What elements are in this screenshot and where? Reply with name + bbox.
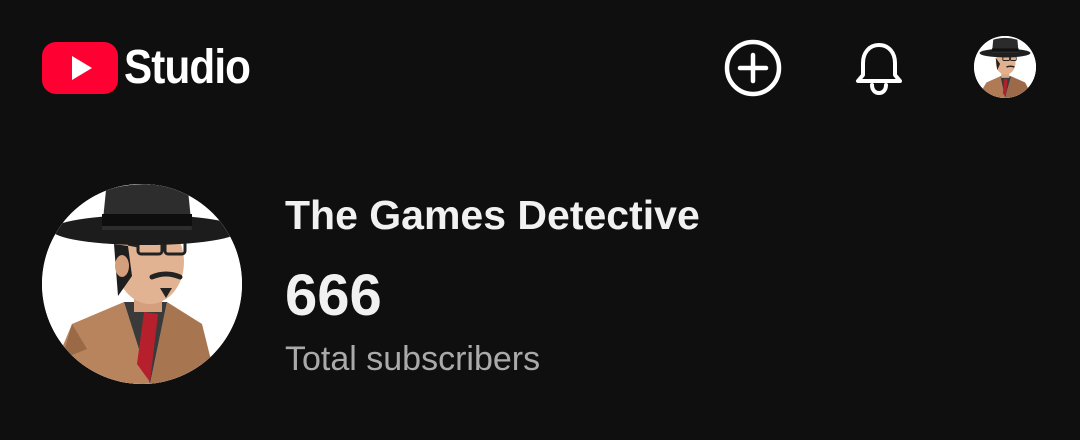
youtube-play-icon bbox=[42, 42, 118, 94]
studio-logo[interactable]: Studio bbox=[42, 42, 267, 94]
logo-text: Studio bbox=[124, 41, 251, 94]
studio-app: Studio The Games Detective 666 Total sub… bbox=[0, 0, 1080, 440]
top-app-bar: Studio bbox=[0, 0, 1080, 140]
detective-avatar-image bbox=[42, 184, 242, 384]
subscriber-count: 666 bbox=[285, 263, 382, 328]
detective-avatar-image bbox=[974, 36, 1036, 98]
account-avatar[interactable] bbox=[974, 36, 1036, 98]
plus-circle-icon bbox=[724, 39, 782, 97]
channel-name: The Games Detective bbox=[285, 192, 700, 238]
notifications-button[interactable] bbox=[848, 37, 910, 99]
subscriber-label: Total subscribers bbox=[285, 340, 541, 378]
bell-icon bbox=[856, 43, 902, 96]
create-button[interactable] bbox=[722, 37, 784, 99]
channel-avatar[interactable] bbox=[42, 184, 242, 384]
